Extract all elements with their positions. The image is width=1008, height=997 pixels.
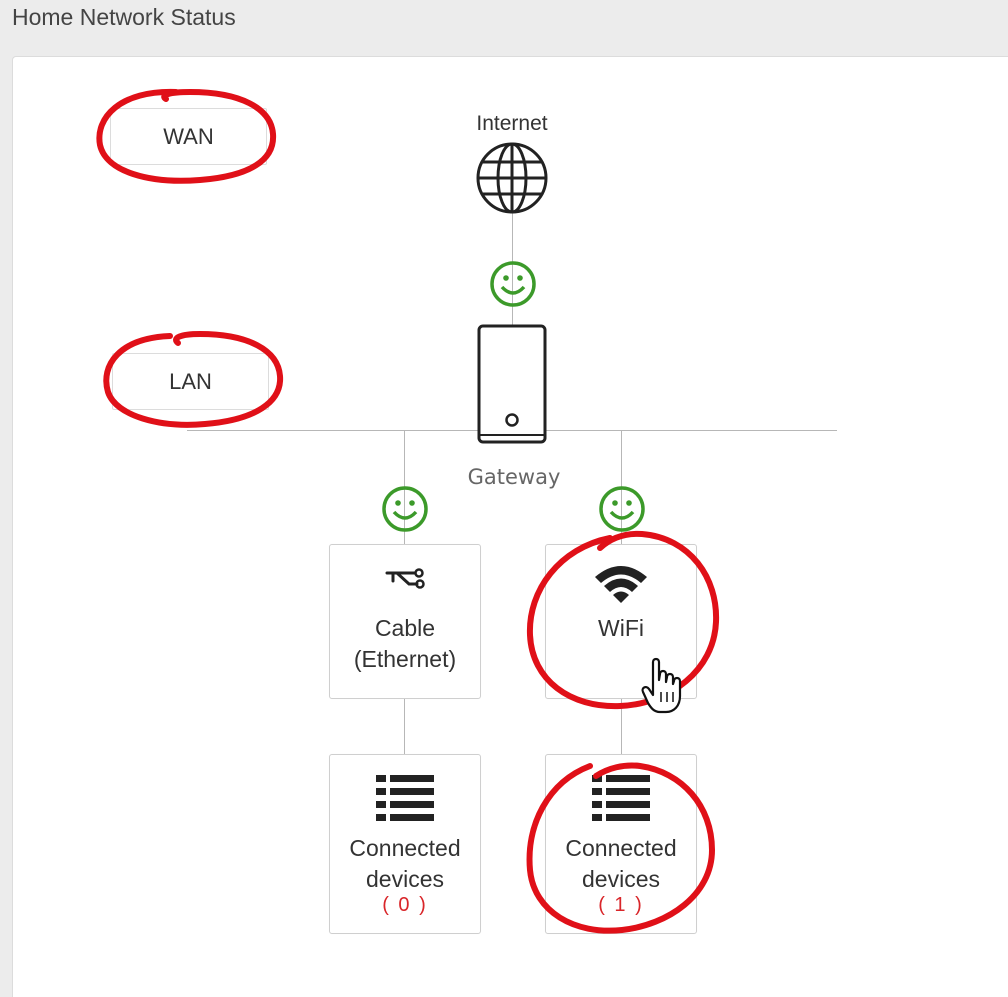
internet-status-smiley-icon xyxy=(490,261,536,307)
wifi-devices-subtitle: devices xyxy=(582,866,660,892)
ethernet-devices-title: Connected xyxy=(349,835,461,861)
ethernet-tile-subtitle: (Ethernet) xyxy=(353,646,457,672)
wan-tab-button[interactable]: WAN xyxy=(110,108,267,165)
gateway-label: Gateway xyxy=(467,465,561,489)
ethernet-connected-devices-tile[interactable]: Connected devices ( 0 ) xyxy=(329,754,481,934)
gateway-device-icon[interactable] xyxy=(476,323,548,445)
wifi-tile-title: WiFi xyxy=(598,615,644,641)
wifi-status-smiley-icon xyxy=(599,486,645,532)
ethernet-devices-line xyxy=(404,697,405,754)
list-icon xyxy=(330,775,480,821)
hand-cursor-icon xyxy=(641,657,682,714)
page-title: Home Network Status xyxy=(12,4,236,30)
wifi-connected-devices-tile[interactable]: Connected devices ( 1 ) xyxy=(545,754,697,934)
wifi-devices-line xyxy=(621,697,622,754)
lan-tab-button[interactable]: LAN xyxy=(112,353,269,410)
internet-label: Internet xyxy=(476,112,548,135)
cable-icon xyxy=(330,567,480,593)
wifi-devices-title: Connected xyxy=(565,835,677,861)
wifi-icon xyxy=(546,563,696,605)
globe-icon xyxy=(476,142,548,214)
wifi-devices-count: ( 1 ) xyxy=(598,894,644,916)
ethernet-tile-title: Cable xyxy=(374,615,436,641)
ethernet-status-smiley-icon xyxy=(382,486,428,532)
ethernet-devices-subtitle: devices xyxy=(366,866,444,892)
ethernet-tile[interactable]: Cable (Ethernet) xyxy=(329,544,481,699)
list-icon xyxy=(546,775,696,821)
ethernet-devices-count: ( 0 ) xyxy=(382,894,428,916)
